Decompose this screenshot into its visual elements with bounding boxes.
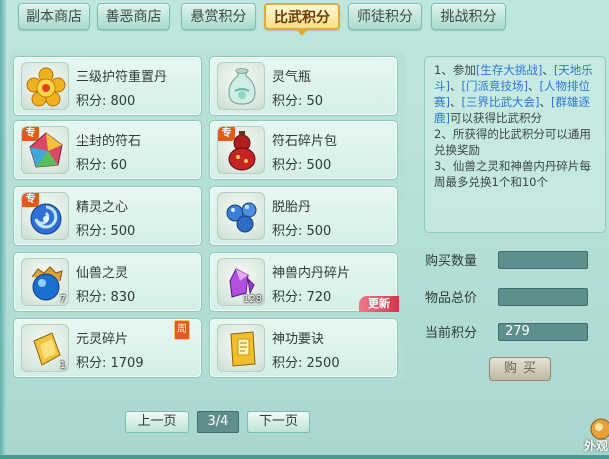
item-price: 积分: 830 [76, 290, 136, 305]
prev-page-button[interactable]: 上一页 [125, 411, 189, 433]
item-price: 积分: 50 [272, 94, 324, 109]
page-indicator: 3/4 [197, 411, 239, 433]
rules-text: 、 [542, 63, 554, 77]
exclusive-tag: 专 [22, 127, 39, 141]
appearance-corner-icon[interactable]: 外观 [581, 415, 609, 455]
item-card-shenshou-neidan-suipian[interactable]: 128 神兽内丹碎片 积分: 720 更新 [209, 252, 399, 312]
link-three-realms-tournament[interactable]: [三界比武大会] [462, 95, 540, 109]
rules-text: 2、所获得的比武积分可以通用兑换奖励 [434, 127, 591, 157]
shop-panel: 副本商店 善恶商店 悬赏积分 比武积分 师徒积分 挑战积分 三级护符重置丹 积分… [0, 0, 609, 455]
purchase-quantity-input[interactable] [498, 251, 588, 269]
rules-text: 1、参加 [434, 63, 476, 77]
appearance-label: 外观 [583, 439, 608, 453]
item-price: 积分: 720 [272, 290, 332, 305]
item-name: 符石碎片包 [272, 134, 338, 149]
current-points-field: 279 [498, 323, 588, 341]
blue-swirl-heart-icon: 专 [21, 192, 69, 240]
rules-text: 、 [539, 95, 551, 109]
blue-pills-icon [217, 192, 265, 240]
rules-text: 可以获得比武积分 [450, 111, 542, 125]
item-card-shengong-yaojue[interactable]: 神功要诀 积分: 2500 [209, 318, 398, 378]
item-price: 积分: 500 [272, 158, 332, 173]
item-count: 1 [59, 360, 66, 371]
rules-text: 3、仙兽之灵和神兽内丹碎片每周最多兑换1个和10个 [434, 159, 591, 189]
item-card-chenfeng-fushi[interactable]: 专 尘封的符石 积分: 60 [13, 120, 202, 180]
rules-description: 1、参加[生存大挑战]、[天地乐斗]、[门派竞技场]、[人物排位赛]、[三界比武… [424, 56, 606, 233]
tab-karma-shop[interactable]: 善恶商店 [97, 3, 170, 30]
jade-vase-icon [217, 62, 265, 110]
item-card-sanji-hufu[interactable]: 三级护符重置丹 积分: 800 [13, 56, 202, 116]
new-badge: 更新 [359, 296, 399, 312]
item-card-jingling-zhixin[interactable]: 专 精灵之心 积分: 500 [13, 186, 202, 246]
item-card-fushi-suipian-bao[interactable]: 专 符石碎片包 积分: 500 [209, 120, 398, 180]
total-price-label: 物品总价 [425, 291, 478, 306]
item-name: 脱胎丹 [272, 200, 312, 215]
item-price: 积分: 500 [272, 224, 332, 239]
exclusive-tag: 专 [218, 127, 235, 141]
current-points-label: 当前积分 [425, 326, 478, 341]
item-name: 神兽内丹碎片 [272, 266, 351, 281]
purple-crystal-icon: 128 [217, 258, 265, 306]
total-price-field [498, 288, 588, 306]
item-name: 灵气瓶 [272, 70, 312, 85]
tab-bounty-points[interactable]: 悬赏积分 [181, 3, 256, 30]
link-sect-arena[interactable]: [门派竞技场] [462, 79, 528, 93]
item-card-lingqi-ping[interactable]: 灵气瓶 积分: 50 [209, 56, 398, 116]
item-count: 128 [242, 294, 262, 305]
buy-button[interactable]: 购买 [489, 357, 551, 381]
item-price: 积分: 800 [76, 94, 136, 109]
tab-challenge-points[interactable]: 挑战积分 [431, 3, 506, 30]
item-price: 积分: 2500 [272, 356, 340, 371]
item-name: 三级护符重置丹 [76, 70, 168, 85]
tab-dungeon-shop[interactable]: 副本商店 [18, 3, 90, 30]
rules-text: 、 [527, 79, 540, 93]
rules-text: 、 [450, 79, 462, 93]
item-price: 积分: 1709 [76, 356, 144, 371]
item-name: 元灵碎片 [76, 332, 129, 347]
item-card-yuanling-suipian[interactable]: 1 元灵碎片 积分: 1709 周 [13, 318, 202, 378]
item-count: 7 [59, 294, 66, 305]
next-page-button[interactable]: 下一页 [247, 411, 310, 433]
item-name: 尘封的符石 [76, 134, 142, 149]
item-name: 精灵之心 [76, 200, 129, 215]
item-card-tuotai-dan[interactable]: 脱胎丹 积分: 500 [209, 186, 398, 246]
purchase-quantity-label: 购买数量 [425, 254, 478, 269]
tab-arena-points[interactable]: 比武积分 [264, 3, 340, 36]
item-name: 神功要诀 [272, 332, 325, 347]
item-price: 积分: 60 [76, 158, 128, 173]
item-name: 仙兽之灵 [76, 266, 129, 281]
item-card-xianshou-zhiling[interactable]: 7 仙兽之灵 积分: 830 [13, 252, 202, 312]
colorful-rune-stone-icon: 专 [21, 126, 69, 174]
gold-flower-talisman-icon [21, 62, 69, 110]
tab-mentor-points[interactable]: 师徒积分 [348, 3, 422, 30]
exclusive-tag: 专 [22, 193, 39, 207]
gold-shard-icon: 1 [21, 324, 69, 372]
red-gourd-bag-icon: 专 [217, 126, 265, 174]
item-price: 积分: 500 [76, 224, 136, 239]
gold-book-icon [217, 324, 265, 372]
blue-orb-icon: 7 [21, 258, 69, 306]
rules-text: 、 [450, 95, 462, 109]
link-survival-challenge[interactable]: [生存大挑战] [476, 63, 542, 77]
weekly-badge: 周 [174, 320, 190, 340]
